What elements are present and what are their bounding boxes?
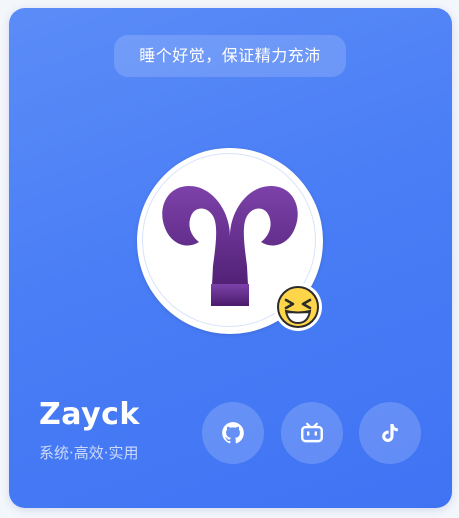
profile-name: Zayck	[39, 397, 140, 432]
profile-card: 睡个好觉，保证精力充沛 Zayck 系统·高效·实用	[9, 8, 452, 508]
status-emoji-badge[interactable]	[274, 283, 322, 331]
github-icon	[222, 422, 244, 444]
status-tip: 睡个好觉，保证精力充沛	[114, 35, 346, 77]
github-button[interactable]	[202, 402, 264, 464]
bilibili-button[interactable]	[281, 402, 343, 464]
grinning-squinting-face-icon	[277, 286, 319, 328]
profile-slogan: 系统·高效·实用	[39, 444, 139, 462]
bilibili-icon	[301, 422, 323, 443]
tiktok-button[interactable]	[359, 402, 421, 464]
tiktok-icon	[382, 424, 398, 442]
